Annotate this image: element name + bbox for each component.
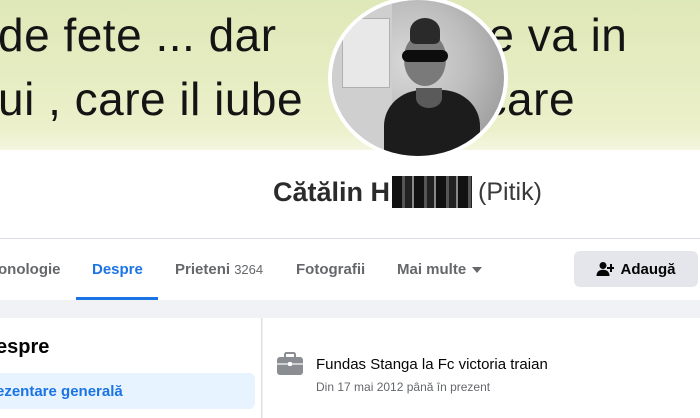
cover-text-line-1: de fete ... dar se va in <box>0 9 628 61</box>
add-friend-icon <box>596 262 615 276</box>
avatar-photo <box>332 0 504 156</box>
add-friend-button[interactable]: Adaugă <box>574 251 698 287</box>
tab-despre[interactable]: Despre <box>92 261 143 278</box>
tab-fotografii[interactable]: Fotografii <box>296 261 365 278</box>
briefcase-icon <box>277 352 303 375</box>
tab-cronologie[interactable]: onologie <box>0 261 61 278</box>
work-entry-title[interactable]: Fundas Stanga la Fc victoria traian <box>316 356 548 373</box>
profile-name: Cătălin H (Pitik) <box>273 176 542 208</box>
name-redaction <box>392 176 473 208</box>
friends-count: 3264 <box>234 262 264 277</box>
tab-prieteni[interactable]: Prieteni 3264 <box>175 261 263 278</box>
about-title: espre <box>0 336 50 358</box>
work-entry-date: Din 17 mai 2012 până în prezent <box>316 380 491 394</box>
tab-mai-multe[interactable]: Mai multe <box>397 261 483 278</box>
profile-name-text: Cătălin H <box>273 176 391 207</box>
active-tab-indicator <box>76 297 158 300</box>
add-friend-label: Adaugă <box>620 260 676 278</box>
profile-avatar[interactable] <box>328 0 508 160</box>
profile-nickname: (Pitik) <box>478 177 542 206</box>
tabs-divider <box>0 238 700 239</box>
about-menu-label: ezentare generală <box>0 382 123 400</box>
chevron-down-icon <box>472 267 483 274</box>
about-menu-overview[interactable]: ezentare generală <box>0 373 255 409</box>
